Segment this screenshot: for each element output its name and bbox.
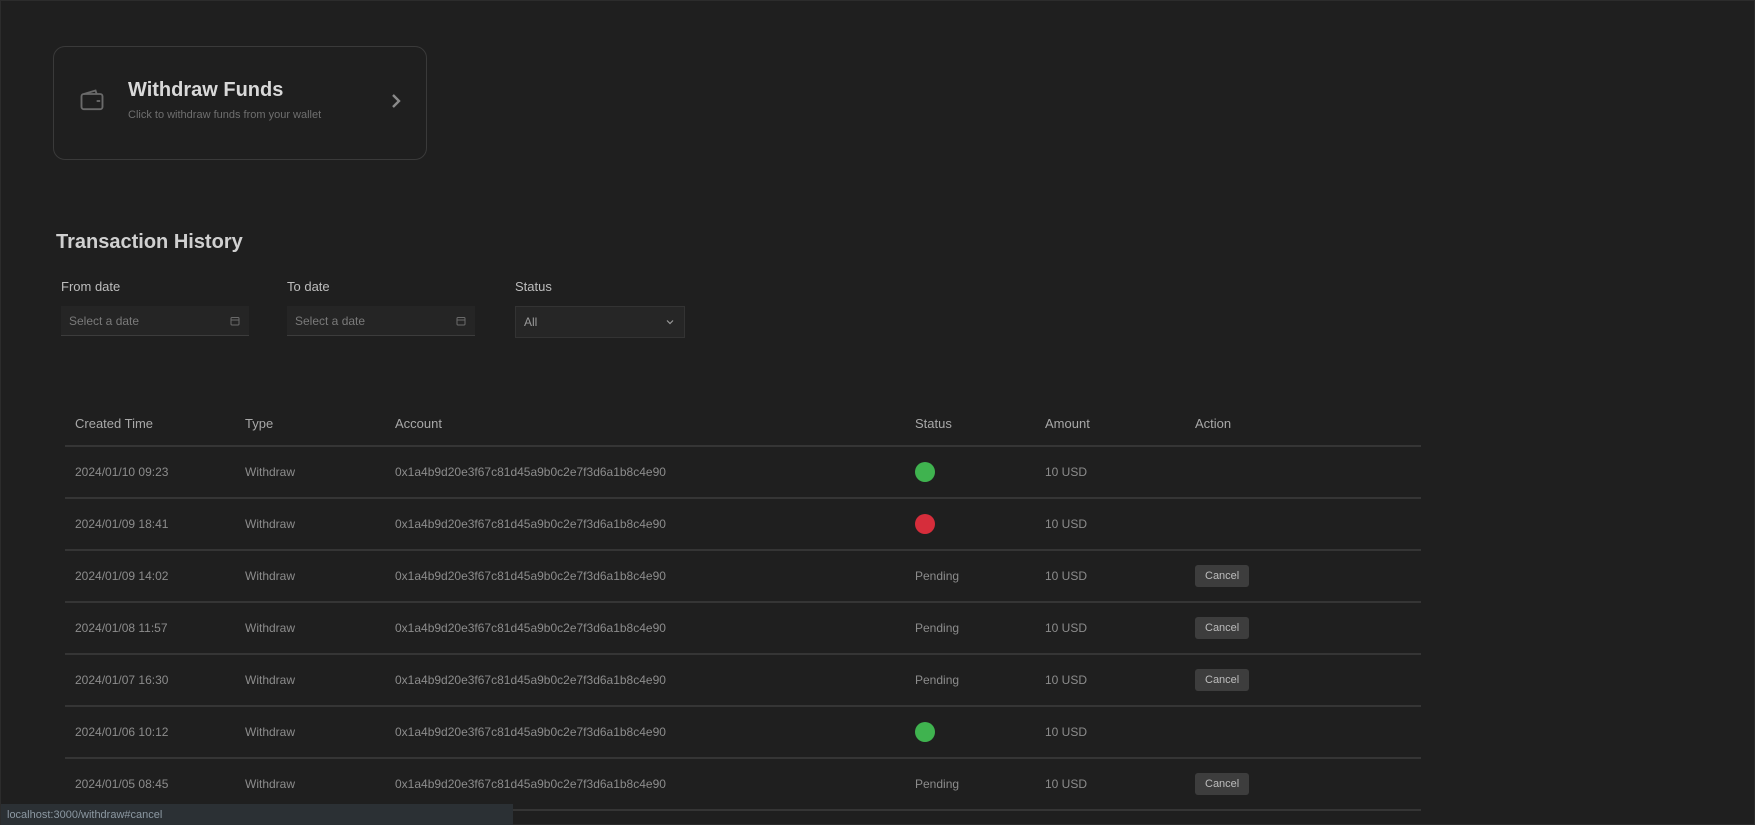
withdraw-card-title: Withdraw Funds — [128, 79, 284, 101]
cell-status: Pending — [905, 550, 1035, 603]
cell-action: Cancel — [1185, 550, 1421, 603]
status-select[interactable]: All — [515, 306, 685, 338]
cell-type: Withdraw — [235, 654, 385, 707]
table-row: 2024/01/07 16:30 Withdraw 0x1a4b9d20e3f67c… — [65, 654, 1421, 707]
status-select-value: All — [524, 315, 538, 329]
cell-action: Cancel — [1185, 602, 1421, 655]
cell-status — [905, 446, 1035, 499]
cell-action — [1185, 706, 1421, 759]
cell-account: 0x1a4b9d20e3f67c81d45a9b0c2e7f3d6a1b8c4e… — [385, 498, 905, 551]
from-date-input[interactable]: Select a date — [61, 306, 249, 336]
cell-status: Pending — [905, 602, 1035, 655]
cell-status — [905, 706, 1035, 759]
cell-created-time: 2024/01/07 16:30 — [65, 654, 235, 707]
table-row: 2024/01/08 11:57 Withdraw 0x1a4b9d20e3f67c… — [65, 602, 1421, 655]
cell-action: Cancel — [1185, 758, 1421, 811]
cell-type: Withdraw — [235, 498, 385, 551]
cell-created-time: 2024/01/09 18:41 — [65, 498, 235, 551]
to-date-label: To date — [287, 279, 330, 294]
column-header: Amount — [1035, 401, 1185, 447]
status-text: Pending — [915, 673, 960, 687]
browser-status-bar: localhost:3000/withdraw#cancel — [1, 804, 513, 825]
cell-amount: 10 USD — [1035, 602, 1185, 655]
cell-status: Pending — [905, 654, 1035, 707]
cancel-button[interactable]: Cancel — [1195, 565, 1250, 587]
wallet-icon — [80, 89, 104, 111]
cell-created-time: 2024/01/05 08:45 — [65, 758, 235, 811]
to-date-placeholder: Select a date — [295, 313, 366, 328]
cell-created-time: 2024/01/06 10:12 — [65, 706, 235, 759]
cell-account: 0x1a4b9d20e3f67c81d45a9b0c2e7f3d6a1b8c4e… — [385, 758, 905, 811]
table-row: 2024/01/09 14:02 Withdraw 0x1a4b9d20e3f67c… — [65, 550, 1421, 603]
from-date-filter: From date Select a date — [61, 279, 249, 336]
cell-account: 0x1a4b9d20e3f67c81d45a9b0c2e7f3d6a1b8c4e… — [385, 654, 905, 707]
column-header: Type — [235, 401, 385, 447]
cell-amount: 10 USD — [1035, 706, 1185, 759]
cell-type: Withdraw — [235, 706, 385, 759]
cell-type: Withdraw — [235, 602, 385, 655]
cell-amount: 10 USD — [1035, 550, 1185, 603]
from-date-label: From date — [61, 279, 121, 294]
cell-account: 0x1a4b9d20e3f67c81d45a9b0c2e7f3d6a1b8c4e… — [385, 550, 905, 603]
success-status-icon — [915, 462, 935, 482]
chevron-right-icon[interactable] — [384, 89, 408, 113]
cell-amount: 10 USD — [1035, 654, 1185, 707]
failed-status-icon — [915, 514, 935, 534]
cell-created-time: 2024/01/09 14:02 — [65, 550, 235, 603]
status-text: Pending — [915, 777, 960, 791]
cell-status — [905, 498, 1035, 551]
cell-action — [1185, 446, 1421, 499]
chevron-down-icon — [666, 320, 674, 325]
status-text: Pending — [915, 569, 960, 583]
cell-amount: 10 USD — [1035, 758, 1185, 811]
cell-created-time: 2024/01/08 11:57 — [65, 602, 235, 655]
table-row: 2024/01/06 10:12 Withdraw 0x1a4b9d20e3f67c… — [65, 706, 1421, 759]
cell-action — [1185, 498, 1421, 551]
from-date-placeholder: Select a date — [69, 313, 140, 328]
transaction-table: Created Time Type Account Status Amount … — [65, 401, 1421, 811]
cancel-button[interactable]: Cancel — [1195, 669, 1250, 691]
column-header: Created Time — [65, 401, 235, 447]
status-filter: Status All — [515, 279, 685, 338]
cell-amount: 10 USD — [1035, 446, 1185, 499]
column-header: Account — [385, 401, 905, 447]
withdraw-card-subtitle: Click to withdraw funds from your wallet — [128, 109, 322, 121]
calendar-icon — [230, 316, 240, 325]
column-header: Action — [1185, 401, 1421, 447]
column-header: Status — [905, 401, 1035, 447]
calendar-icon — [456, 316, 466, 325]
transaction-history-title: Transaction History — [56, 231, 243, 253]
cell-created-time: 2024/01/10 09:23 — [65, 446, 235, 499]
cell-type: Withdraw — [235, 550, 385, 603]
cell-action: Cancel — [1185, 654, 1421, 707]
status-text: Pending — [915, 621, 960, 635]
table-header-row: Created Time Type Account Status Amount … — [65, 401, 1421, 447]
cell-type: Withdraw — [235, 758, 385, 811]
cell-amount: 10 USD — [1035, 498, 1185, 551]
cell-account: 0x1a4b9d20e3f67c81d45a9b0c2e7f3d6a1b8c4e… — [385, 706, 905, 759]
cell-account: 0x1a4b9d20e3f67c81d45a9b0c2e7f3d6a1b8c4e… — [385, 446, 905, 499]
cancel-button[interactable]: Cancel — [1195, 773, 1250, 795]
page: Withdraw Funds Click to withdraw funds f… — [0, 0, 1755, 825]
table-row: 2024/01/10 09:23 Withdraw 0x1a4b9d20e3f67c… — [65, 446, 1421, 499]
cell-type: Withdraw — [235, 446, 385, 499]
cell-account: 0x1a4b9d20e3f67c81d45a9b0c2e7f3d6a1b8c4e… — [385, 602, 905, 655]
to-date-input[interactable]: Select a date — [287, 306, 475, 336]
withdraw-funds-card[interactable]: Withdraw Funds Click to withdraw funds f… — [53, 46, 427, 160]
table-row: 2024/01/05 08:45 Withdraw 0x1a4b9d20e3f67c… — [65, 758, 1421, 811]
cancel-button[interactable]: Cancel — [1195, 617, 1250, 639]
status-filter-label: Status — [515, 279, 552, 294]
to-date-filter: To date Select a date — [287, 279, 475, 336]
table-row: 2024/01/09 18:41 Withdraw 0x1a4b9d20e3f67c… — [65, 498, 1421, 551]
cell-status: Pending — [905, 758, 1035, 811]
success-status-icon — [915, 722, 935, 742]
